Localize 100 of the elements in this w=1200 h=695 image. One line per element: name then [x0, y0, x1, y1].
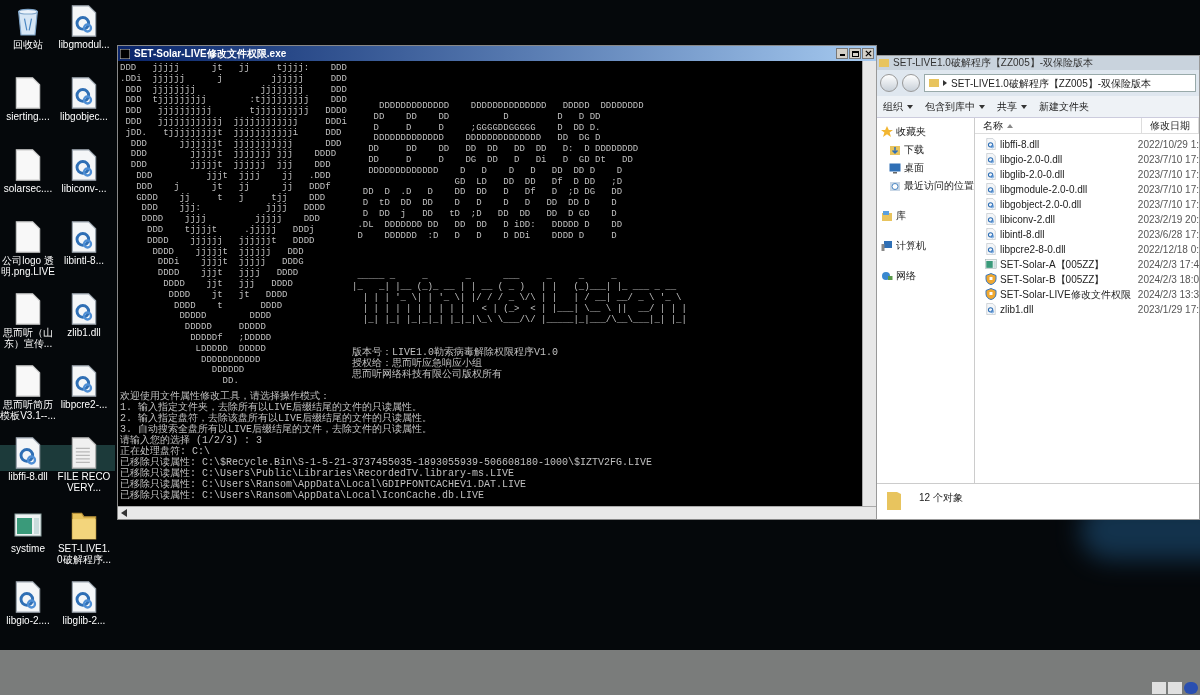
file-name: libffi-8.dll: [1000, 137, 1040, 152]
icon-label[interactable]: systime: [0, 543, 56, 554]
folder-icon: [929, 78, 939, 88]
forward-button[interactable]: [902, 74, 920, 92]
gear-document-icon: [70, 220, 98, 254]
file-row[interactable]: SET-Solar-B【005ZZ】 2024/2/3 18:0: [975, 273, 1199, 285]
gear-document-icon: [985, 198, 997, 210]
folder-arrow-icon: [889, 143, 901, 156]
ascii-art: DDDDDDDDDDDDD DDDDDDDDDDDDDD DDDDD DDDDDDDD DD DD DD D D D DD D D D ;GGGGDDGGGGG D DD D. DDDDDDDDDDDDD DDDDDDDDDDDDDD DD DG D DD DD DD DD DD DD DD D: D DDDDDDDD DD D D DG DD D Di D GD Dt DD DDDDDDDDDDDDD D D D D DD DD D D GD LD DD DD Df D DD ;D DD D .D D DD DD D Df D ;D DG DD D tD DD DD D D D D DD DD D D D DD j DD tD ;D DD DD DD D GD D .DL DDDDDDD DD DD DD D iDD: DDDDD D DD D DDDDDD :D D D D DDi DDDD D D: [356, 101, 644, 242]
left-arrow-icon: [121, 509, 127, 517]
nav-item[interactable]: 收藏夹: [881, 124, 974, 139]
file-date: 2024/2/3 13:3: [1136, 287, 1199, 302]
icon-label[interactable]: 思而听（山东）宣传...: [0, 327, 56, 349]
maximize-button[interactable]: [849, 48, 861, 59]
gear-document-icon: [985, 213, 997, 225]
console-line: 正在处理盘符: C:\: [120, 445, 210, 457]
icon-label[interactable]: libffi-8.dll: [0, 471, 56, 482]
file-date: 2023/6/28 17:: [1136, 227, 1199, 242]
vertical-scrollbar[interactable]: [862, 61, 876, 506]
toolbar-button[interactable]: 组织: [883, 99, 913, 114]
clock-folder-icon: [889, 179, 901, 192]
file-date: 2023/7/10 17:: [1136, 152, 1199, 167]
column-header[interactable]: 名称: [975, 118, 1142, 133]
icon-label[interactable]: solarsec....: [0, 183, 56, 194]
icon-label[interactable]: 思而听简历模板V3.1--...: [0, 399, 56, 421]
nav-item[interactable]: 计算机: [881, 238, 974, 253]
gear-document-icon: [70, 364, 98, 398]
gear-document-icon: [985, 168, 997, 180]
gear-document-icon: [70, 4, 98, 38]
minimize-button[interactable]: [836, 48, 848, 59]
icon-label[interactable]: libgio-2....: [0, 615, 56, 626]
gear-document-icon: [14, 436, 42, 470]
horizontal-scrollbar[interactable]: [118, 506, 876, 519]
icon-label[interactable]: 回收站: [0, 39, 56, 50]
gear-document-icon: [985, 303, 997, 315]
file-name: libpcre2-8-0.dll: [1000, 242, 1066, 257]
icon-label[interactable]: libintl-8...: [56, 255, 112, 266]
globe-icon: [881, 269, 893, 282]
icon-label[interactable]: libgmodul...: [56, 39, 112, 50]
gear-document-icon: [985, 183, 997, 195]
shield-icon: [985, 273, 997, 285]
gear-document-icon: [70, 292, 98, 326]
icon-label[interactable]: libglib-2...: [56, 615, 112, 626]
icon-label[interactable]: libiconv-...: [56, 183, 112, 194]
folder-icon: [879, 58, 889, 68]
library-icon: [881, 209, 893, 222]
file-name: SET-Solar-A【005ZZ】: [1000, 257, 1105, 272]
file-date: 2024/2/3 17:4: [1136, 257, 1199, 272]
file-row[interactable]: libffi-8.dll 2022/10/29 1:: [975, 138, 1199, 150]
icon-label[interactable]: libgobjec...: [56, 111, 112, 122]
chevron-icon: [943, 80, 947, 86]
nav-item[interactable]: 库: [881, 208, 974, 223]
shield-icon: [985, 288, 997, 300]
file-row[interactable]: libglib-2.0-0.dll 2023/7/10 17:: [975, 168, 1199, 180]
toolbar-button[interactable]: 共享: [997, 99, 1027, 114]
close-button[interactable]: [862, 48, 874, 59]
gear-document-icon: [70, 580, 98, 614]
tray-icon[interactable]: [1184, 682, 1198, 694]
nav-item[interactable]: 桌面: [881, 160, 974, 175]
back-button[interactable]: [880, 74, 898, 92]
icon-label[interactable]: FILE RECOVERY...: [56, 471, 112, 493]
nav-item[interactable]: 最近访问的位置: [881, 178, 974, 193]
icon-label[interactable]: zlib1.dll: [56, 327, 112, 338]
address-bar[interactable]: SET-LIVE1.0破解程序【ZZ005】-双保险版本: [924, 74, 1196, 92]
caret-icon: [1021, 104, 1027, 109]
nav-item[interactable]: 网络: [881, 268, 974, 283]
console-line: 3. 自动搜索全盘所有以LIVE后缀结尾的文件，去除文件的只读属性。: [120, 423, 432, 435]
star-icon: [881, 125, 893, 138]
caret-icon: [979, 104, 985, 109]
caret-icon: [907, 104, 913, 109]
file-row[interactable]: libintl-8.dll 2023/6/28 17:: [975, 228, 1199, 240]
toolbar-button[interactable]: 包含到库中: [925, 99, 985, 114]
nav-item[interactable]: 下载: [881, 142, 974, 157]
file-row[interactable]: SET-Solar-A【005ZZ】 2024/2/3 17:4: [975, 258, 1199, 270]
icon-label[interactable]: 公司logo 透明.png.LIVE: [0, 255, 56, 277]
icon-label[interactable]: sierting....: [0, 111, 56, 122]
file-name: SET-Solar-LIVE修改文件权限: [1000, 287, 1131, 302]
gear-document-icon: [70, 76, 98, 110]
console-line: 1. 输入指定文件夹，去除所有以LIVE后缀结尾的文件的只读属性。: [120, 401, 422, 413]
column-header[interactable]: 修改日期: [1142, 118, 1199, 133]
file-row[interactable]: libiconv-2.dll 2023/2/19 20:: [975, 213, 1199, 225]
file-row[interactable]: libpcre2-8-0.dll 2022/12/18 0:: [975, 243, 1199, 255]
address-text: SET-LIVE1.0破解程序【ZZ005】-双保险版本: [951, 76, 1152, 91]
console-line: 已移除只读属性: C:\Users\Ransom\AppData\Local\IconCache.db.LIVE: [120, 489, 485, 501]
file-name: libintl-8.dll: [1000, 227, 1045, 242]
sort-arrow-icon: [1007, 123, 1013, 128]
file-row[interactable]: libgmodule-2.0-0.dll 2023/7/10 17:: [975, 183, 1199, 195]
gear-document-icon: [985, 153, 997, 165]
document-icon: [14, 364, 42, 398]
file-row[interactable]: SET-Solar-LIVE修改文件权限 2024/2/3 13:3: [975, 288, 1199, 300]
window-title: SET-LIVE1.0破解程序【ZZ005】-双保险版本: [893, 58, 1094, 68]
file-name: libglib-2.0-0.dll: [1000, 167, 1065, 182]
icon-label[interactable]: SET-LIVE1.0破解程序...: [56, 543, 112, 565]
file-row[interactable]: libgio-2.0-0.dll 2023/7/10 17:: [975, 153, 1199, 165]
toolbar-button[interactable]: 新建文件夹: [1039, 99, 1089, 114]
file-row[interactable]: libgobject-2.0-0.dll 2023/7/10 17:: [975, 198, 1199, 210]
file-row[interactable]: zlib1.dll 2023/1/29 17:: [975, 303, 1199, 315]
file-date: 2022/10/29 1:: [1136, 137, 1199, 152]
gear-document-icon: [14, 580, 42, 614]
icon-label[interactable]: libpcre2-...: [56, 399, 112, 410]
